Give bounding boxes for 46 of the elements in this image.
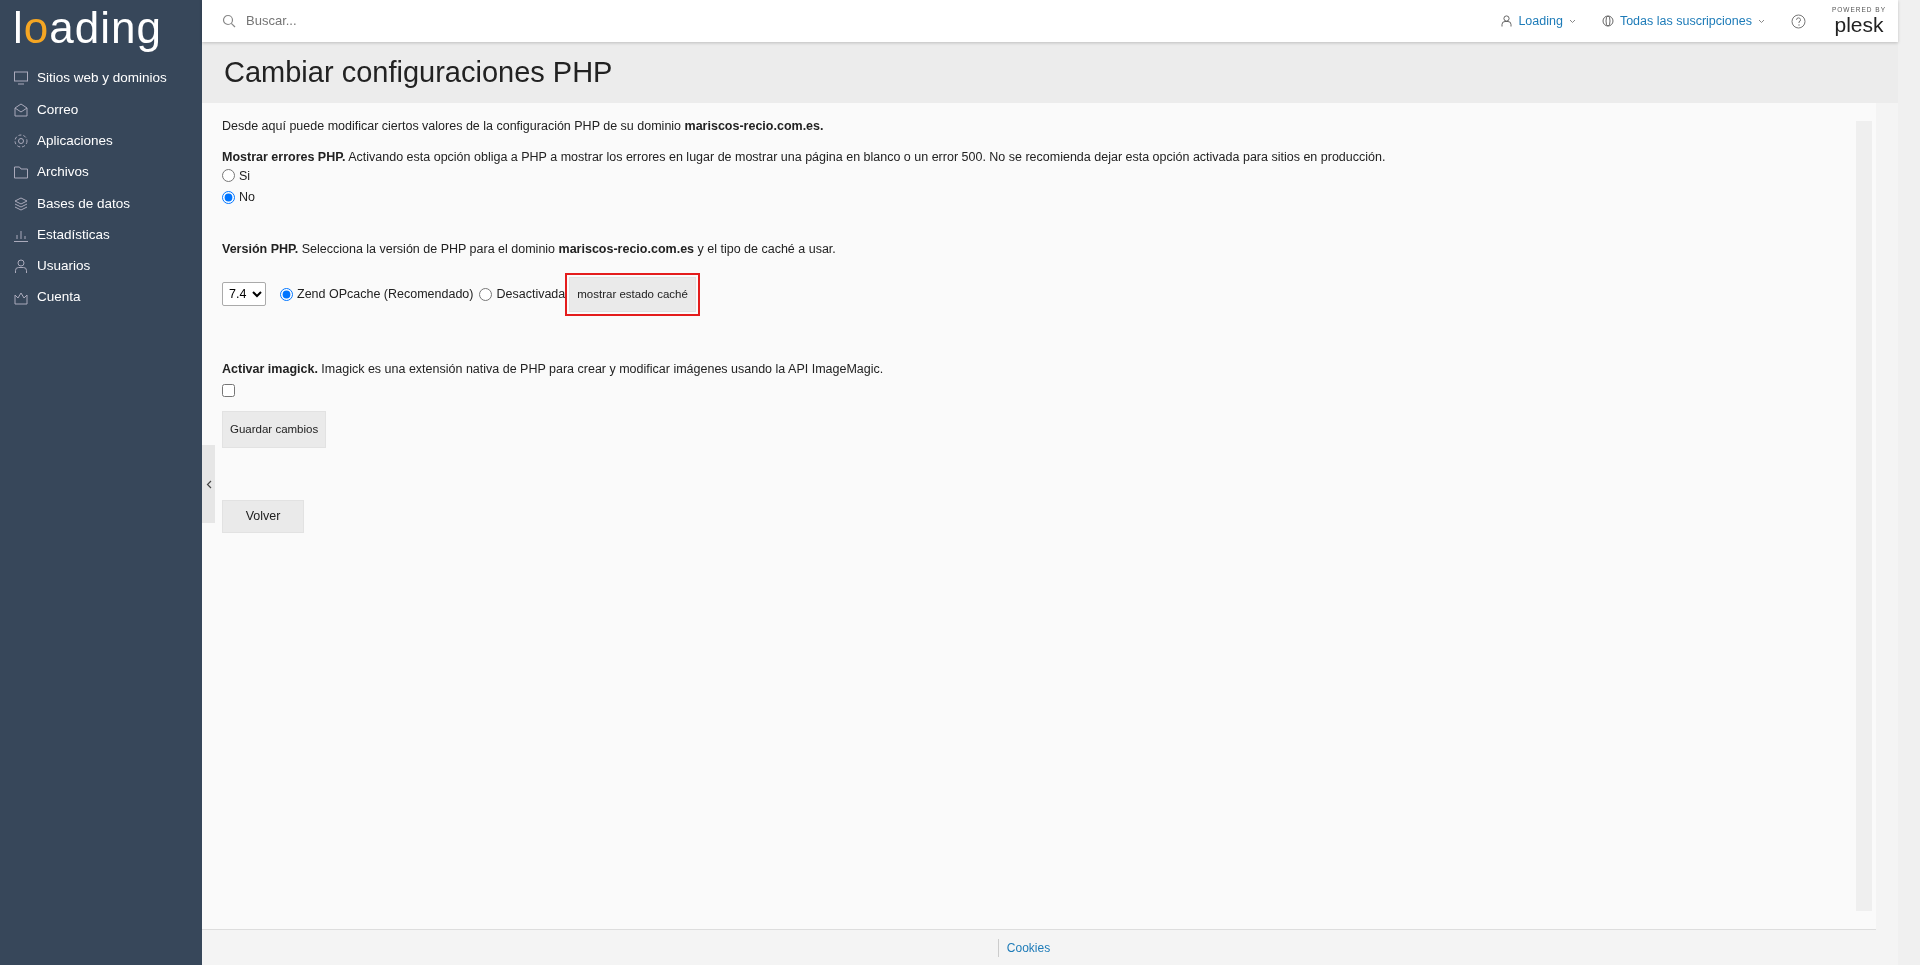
radio-button[interactable] [222, 191, 235, 204]
folder-icon [13, 164, 29, 181]
envelope-icon [13, 101, 29, 118]
layers-icon [13, 195, 29, 212]
radio-button[interactable] [479, 287, 493, 301]
sidebar-item[interactable]: Sitios web y dominios [0, 62, 202, 95]
page-title: Cambiar configuraciones PHP [202, 42, 1898, 103]
cache-status-button[interactable]: mostrar estado caché [569, 276, 696, 312]
caret-icon [1757, 18, 1765, 24]
sidebar-item[interactable]: Aplicaciones [0, 125, 202, 157]
intro-text: Desde aquí puede modificar ciertos valores de la configuración PHP de su dominio mariscos-recio.com.es. [222, 118, 825, 135]
version-select[interactable]: 7.4 [222, 282, 266, 307]
subscriptions-menu[interactable]: Todas las suscripciones [1601, 11, 1765, 31]
radio-button[interactable] [280, 287, 293, 301]
gear-icon [13, 133, 29, 150]
caret-icon [1568, 18, 1576, 24]
sidebar-item[interactable]: Cuenta [0, 281, 202, 314]
sidebar-item[interactable]: Bases de datos [0, 188, 202, 220]
sidebar-item[interactable]: Usuarios [0, 250, 202, 282]
cookies-link[interactable]: Cookies [997, 938, 1051, 957]
description-text: Versión PHP. Selecciona la versión de PHP para el dominio mariscos-recio.com.es y el tipo de caché a usar. [222, 240, 837, 258]
monitor-icon [13, 70, 29, 87]
brand-logo: plesk [1834, 13, 1884, 35]
user-menu[interactable]: Loading [1501, 11, 1576, 31]
globe-icon [1601, 15, 1614, 27]
search-field[interactable]: Buscar... [244, 10, 544, 32]
imagick-checkbox[interactable] [222, 383, 235, 397]
radio-label: Desactivada [496, 285, 566, 303]
user-icon [1501, 15, 1513, 27]
page-scrollbar[interactable] [1898, 0, 1920, 965]
chevron-left-icon [205, 479, 212, 489]
sidebar-item[interactable]: Correo [0, 94, 202, 126]
save-button[interactable]: Guardar cambios [222, 410, 327, 448]
radio-label: No [239, 189, 255, 207]
sidebar-item[interactable]: Archivos [0, 156, 202, 188]
radio-button[interactable] [222, 169, 235, 183]
user-icon [13, 258, 29, 275]
description-text: Activar imagick. Imagick es una extensión nativa de PHP para crear y modificar imágenes usando la API ImageMagic. [222, 360, 885, 378]
back-button[interactable]: Volver [222, 499, 304, 533]
search-icon [222, 14, 236, 28]
radio-label: Zend OPcache (Recomendado) [297, 285, 474, 303]
help-icon[interactable] [1790, 13, 1806, 29]
logo[interactable]: loading [0, 0, 202, 55]
radio-label: Si [239, 167, 251, 185]
description-text: Mostrar errores PHP. Activando esta opción obliga a PHP a mostrar los errores en lugar de mostrar una página en blanco o un error 500. No se recomienda dejar esta opción activada para sitios en producción. [222, 148, 1387, 166]
sidebar-item[interactable]: Estadísticas [0, 219, 202, 251]
